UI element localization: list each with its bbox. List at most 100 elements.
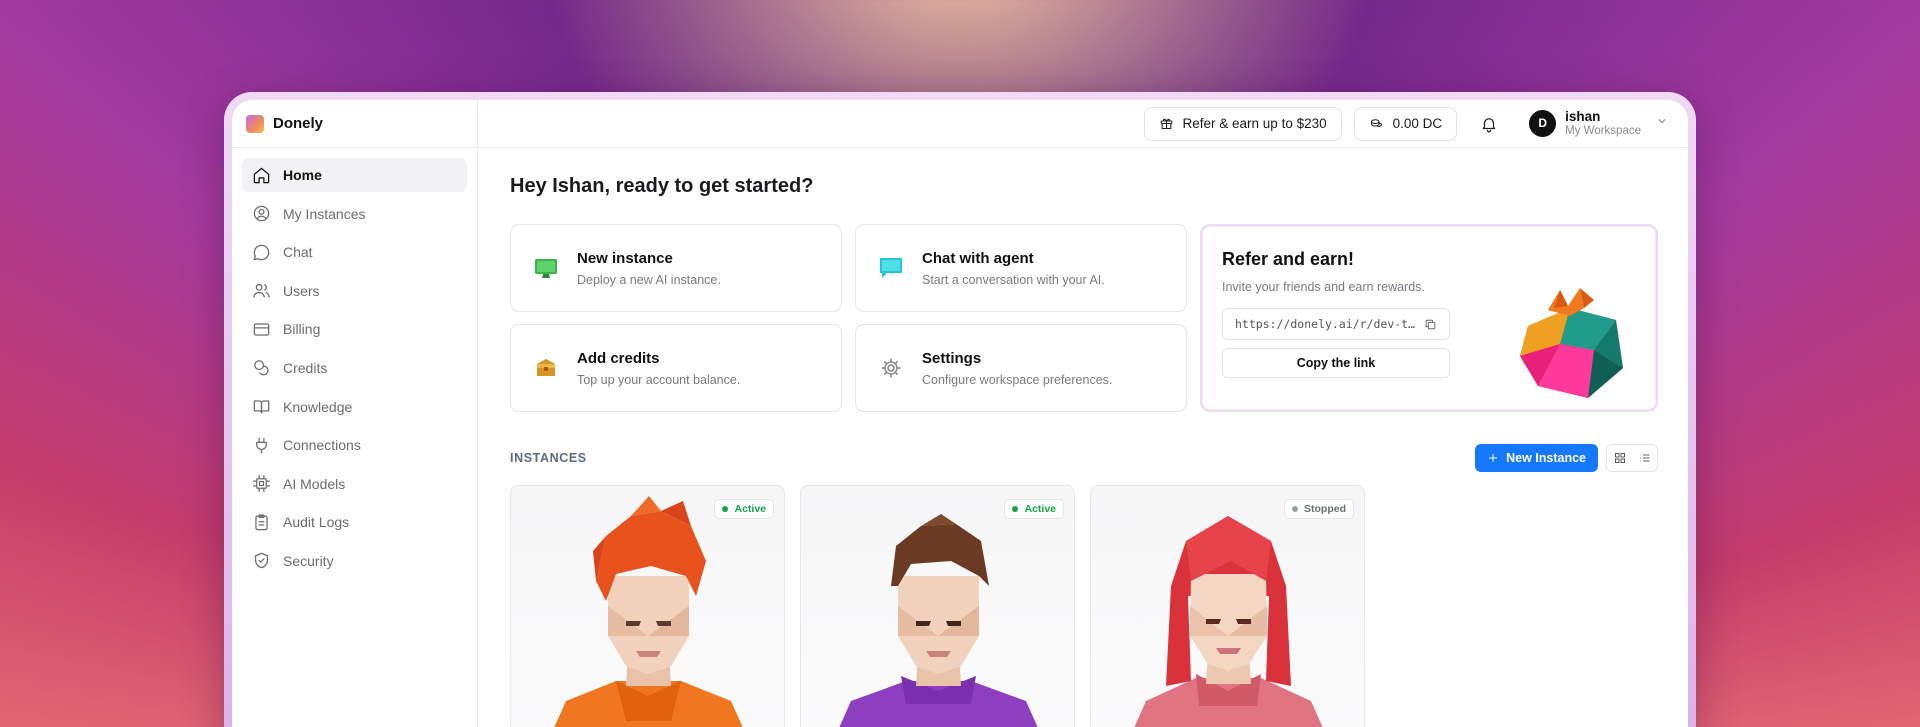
status-label: Active xyxy=(734,503,766,515)
new-instance-card[interactable]: New instance Deploy a new AI instance. xyxy=(510,224,842,312)
instance-card[interactable]: Active xyxy=(510,485,785,727)
quick-action-title: Chat with agent xyxy=(922,249,1034,267)
sidebar-item-label: My Instances xyxy=(283,205,366,222)
instance-card[interactable]: Active xyxy=(800,485,1075,727)
refer-title: Refer and earn! xyxy=(1222,249,1355,269)
instances-grid: Active Active Stopped xyxy=(510,485,1656,727)
user-name: ishan xyxy=(1565,109,1601,125)
quick-action-subtitle: Deploy a new AI instance. xyxy=(577,272,721,287)
instance-avatar-image xyxy=(839,514,1038,727)
instances-header: INSTANCES New Instance xyxy=(510,444,1658,472)
grid-view-button[interactable] xyxy=(1607,445,1632,471)
bell-icon xyxy=(1482,117,1496,132)
sidebar-item-label: Billing xyxy=(283,321,321,338)
credits-balance-label: 0.00 DC xyxy=(1392,116,1443,131)
sidebar-item-users[interactable]: Users xyxy=(242,274,467,308)
sidebar-item-home[interactable]: Home xyxy=(242,158,467,192)
chevron-down-icon xyxy=(1650,114,1668,132)
sidebar-item-label: Home xyxy=(283,167,322,183)
sidebar-item-my-instances[interactable]: My Instances xyxy=(242,197,467,231)
refer-earn-button[interactable]: Refer & earn up to $230 xyxy=(1143,106,1342,141)
instance-avatar-image xyxy=(554,496,743,727)
new-instance-button[interactable]: New Instance xyxy=(1475,444,1598,472)
instance-card[interactable]: Stopped xyxy=(1090,485,1365,727)
chat-icon xyxy=(878,255,904,281)
user-info: ishan My Workspace xyxy=(1565,109,1641,138)
credits-balance-button[interactable]: 0.00 DC xyxy=(1353,106,1458,141)
app-window: Donely Home My Instances Chat Users Bill… xyxy=(232,100,1688,727)
sidebar-item-label: Chat xyxy=(283,244,313,261)
sidebar-item-label: Credits xyxy=(283,359,328,376)
quick-action-subtitle: Start a conversation with your AI. xyxy=(922,272,1105,287)
main-content: Hey Ishan, ready to get started? New ins… xyxy=(478,148,1688,727)
quick-action-subtitle: Configure workspace preferences. xyxy=(922,372,1113,387)
sidebar-item-label: Audit Logs xyxy=(283,514,350,531)
sidebar-item-ai-models[interactable]: AI Models xyxy=(242,467,467,501)
sidebar-item-label: AI Models xyxy=(283,475,346,492)
coins-icon xyxy=(254,360,269,376)
status-dot xyxy=(1012,506,1019,512)
gear-icon xyxy=(878,355,904,381)
sidebar-item-audit-logs[interactable]: Audit Logs xyxy=(242,505,467,539)
brand[interactable]: Donely xyxy=(232,100,477,148)
sidebar-item-label: Security xyxy=(283,552,334,569)
list-icon xyxy=(1640,454,1649,462)
gift-icon xyxy=(1160,118,1172,130)
brand-name: Donely xyxy=(273,115,324,132)
chat-with-agent-card[interactable]: Chat with agent Start a conversation wit… xyxy=(855,224,1187,312)
user-circle-icon xyxy=(253,205,270,222)
status-dot xyxy=(1292,506,1298,512)
copy-link-button[interactable]: Copy the link xyxy=(1222,348,1450,378)
notifications-button[interactable] xyxy=(1469,107,1509,141)
page-title: Hey Ishan, ready to get started? xyxy=(510,175,814,197)
view-toggle xyxy=(1606,444,1658,472)
monitor-icon xyxy=(533,255,559,281)
quick-action-title: New instance xyxy=(577,249,673,267)
sidebar-item-credits[interactable]: Credits xyxy=(242,351,467,385)
sidebar-item-knowledge[interactable]: Knowledge xyxy=(242,390,467,424)
quick-action-title: Settings xyxy=(922,349,982,367)
instances-section-label: INSTANCES xyxy=(510,451,587,465)
credit-card-icon xyxy=(253,323,270,336)
sidebar-nav: Home My Instances Chat Users Billing Cre… xyxy=(232,148,477,593)
cpu-chip-icon xyxy=(252,475,271,493)
copy-icon[interactable] xyxy=(1424,318,1437,331)
list-view-button[interactable] xyxy=(1632,445,1657,471)
shield-check-icon xyxy=(254,553,269,569)
grid-icon xyxy=(1614,453,1625,463)
referral-link-text: https://donely.ai/r/dev-t… xyxy=(1235,317,1415,331)
clipboard-icon xyxy=(255,514,268,531)
refer-and-earn-card: Refer and earn! Invite your friends and … xyxy=(1200,224,1658,412)
quick-actions: New instance Deploy a new AI instance. C… xyxy=(510,224,1658,412)
plug-icon xyxy=(256,437,267,453)
status-dot xyxy=(722,506,729,512)
status-label: Stopped xyxy=(1304,503,1346,515)
status-badge: Stopped xyxy=(1284,499,1354,519)
top-bar: Refer & earn up to $230 0.00 DC D ishan … xyxy=(478,100,1688,148)
quick-action-subtitle: Top up your account balance. xyxy=(577,372,741,387)
home-icon xyxy=(253,167,270,183)
referral-link-field[interactable]: https://donely.ai/r/dev-t… xyxy=(1222,308,1450,340)
users-icon xyxy=(253,284,270,298)
sidebar: Donely Home My Instances Chat Users Bill… xyxy=(232,100,478,727)
gift-box-illustration xyxy=(1520,288,1623,398)
sidebar-item-label: Users xyxy=(283,282,320,299)
book-open-icon xyxy=(253,400,270,414)
avatar: D xyxy=(1529,109,1557,137)
settings-card[interactable]: Settings Configure workspace preferences… xyxy=(855,324,1187,412)
plus-icon xyxy=(1489,454,1498,462)
new-instance-label: New Instance xyxy=(1506,451,1586,465)
sidebar-item-label: Connections xyxy=(283,437,361,454)
status-badge: Active xyxy=(1004,499,1064,519)
sidebar-item-chat[interactable]: Chat xyxy=(242,235,467,269)
sidebar-item-security[interactable]: Security xyxy=(242,544,467,578)
add-credits-card[interactable]: Add credits Top up your account balance. xyxy=(510,324,842,412)
sidebar-item-connections[interactable]: Connections xyxy=(242,428,467,462)
status-label: Active xyxy=(1024,503,1056,515)
user-menu[interactable]: D ishan My Workspace xyxy=(1529,109,1668,138)
coin-stack-icon xyxy=(1370,119,1382,128)
sidebar-item-billing[interactable]: Billing xyxy=(242,312,467,346)
refer-earn-label: Refer & earn up to $230 xyxy=(1182,116,1327,131)
wallet-icon xyxy=(533,355,559,381)
instance-avatar-image xyxy=(1134,516,1323,727)
